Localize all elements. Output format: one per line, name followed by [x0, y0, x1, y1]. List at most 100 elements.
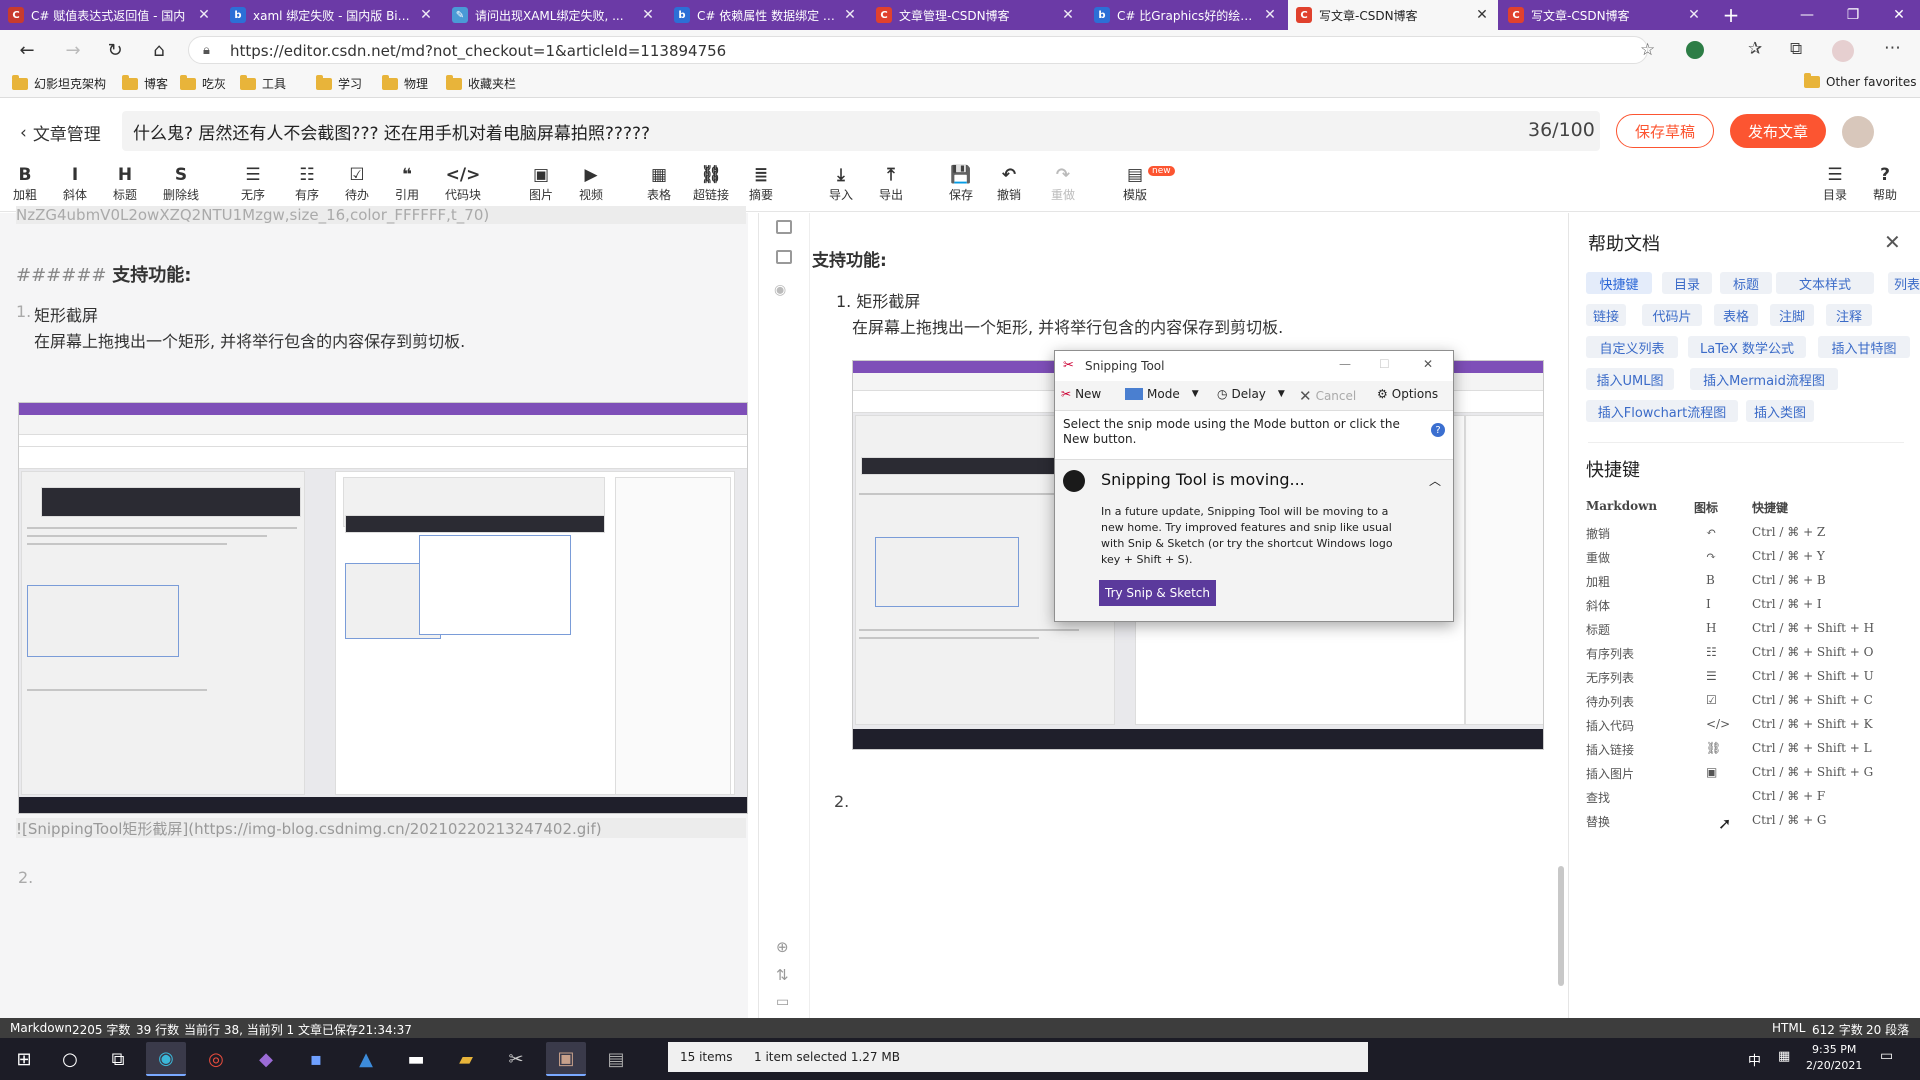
toolbar-button-17[interactable]: ↶ 撤销	[986, 164, 1032, 208]
snip-options-button[interactable]: ⚙ Options	[1377, 387, 1438, 401]
bookmark-folder[interactable]: 物理	[382, 74, 428, 92]
bookmark-folder[interactable]: 学习	[316, 74, 362, 92]
toolbar-button-7[interactable]: ❝ 引用	[384, 164, 430, 208]
keyboard-icon[interactable]: ▭	[776, 994, 789, 1010]
help-tag[interactable]: 链接	[1586, 304, 1626, 326]
task-view-icon[interactable]: ⧉	[98, 1042, 138, 1076]
help-close-icon[interactable]: ✕	[1884, 230, 1901, 254]
help-tag[interactable]: 目录	[1662, 272, 1712, 294]
toolbar-button-4[interactable]: ☰ 无序	[230, 164, 276, 208]
bookmark-folder[interactable]: 收藏夹栏	[446, 74, 516, 92]
snip-delay-button[interactable]: ◷ Delay ▼	[1217, 387, 1285, 401]
tab-close-icon[interactable]: ✕	[1262, 7, 1278, 23]
bookmark-folder[interactable]: 工具	[240, 74, 286, 92]
help-tag[interactable]: 插入Mermaid流程图	[1690, 368, 1838, 390]
new-tab-button[interactable]: +	[1716, 0, 1746, 30]
back-icon[interactable]: ←	[12, 36, 42, 64]
browser-tab[interactable]: b C# 比Graphics好的绘图库 ✕	[1086, 0, 1286, 30]
start-button[interactable]: ⊞	[4, 1042, 44, 1076]
preview-eye-icon[interactable]: ◉	[774, 282, 786, 298]
sync-icon[interactable]: ⇅	[776, 966, 789, 984]
browser-tab[interactable]: b xaml 绑定失败 - 国内版 Bing ✕	[222, 0, 442, 30]
toolbar-button-16[interactable]: 💾 保存	[938, 164, 984, 208]
clock-time[interactable]: 9:35 PM	[1812, 1043, 1856, 1056]
help-tag[interactable]: 插入甘特图	[1818, 336, 1910, 358]
toolbar-button-14[interactable]: ⤓ 导入	[818, 164, 864, 208]
blender-taskbar-icon[interactable]: ▲	[346, 1042, 386, 1076]
url-text[interactable]: https://editor.csdn.net/md?not_checkout=…	[230, 42, 726, 60]
split-view-icon[interactable]	[776, 250, 792, 264]
help-tag[interactable]: 表格	[1714, 304, 1758, 326]
help-tag[interactable]: 文本样式	[1776, 272, 1874, 294]
help-tag[interactable]: 快捷键	[1586, 272, 1652, 294]
help-tag[interactable]: LaTeX 数学公式	[1688, 336, 1806, 358]
browser-tab[interactable]: ✎ 请问出现XAML绑定失败, ... ✕	[444, 0, 664, 30]
collapse-chevron-icon[interactable]: ︿	[1429, 472, 1441, 489]
toolbar-button-2[interactable]: H 标题	[102, 164, 148, 208]
toolbar-button-12[interactable]: ⛓ 超链接	[688, 164, 734, 208]
publish-button[interactable]: 发布文章	[1730, 114, 1826, 148]
browser-tab[interactable]: C 写文章-CSDN博客 ✕	[1288, 0, 1498, 30]
search-icon[interactable]: ○	[50, 1042, 90, 1076]
save-draft-button[interactable]: 保存草稿	[1616, 114, 1714, 148]
bookmark-folder[interactable]: 博客	[122, 74, 168, 92]
snip-maximize-button[interactable]: ☐	[1379, 357, 1390, 371]
help-tag[interactable]: 列表	[1888, 272, 1920, 294]
tab-close-icon[interactable]: ✕	[196, 7, 212, 23]
layout-icon[interactable]	[776, 220, 792, 234]
toolbar-button-9[interactable]: ▣ 图片	[518, 164, 564, 208]
toolbar-button-6[interactable]: ☑ 待办	[334, 164, 380, 208]
terminal-taskbar-icon[interactable]: ▬	[396, 1042, 436, 1076]
notification-icon[interactable]: ▭	[1880, 1048, 1893, 1064]
snip-close-button[interactable]: ✕	[1423, 357, 1433, 371]
edge-taskbar-icon[interactable]: ◉	[146, 1042, 186, 1076]
extension-icon[interactable]	[1686, 41, 1704, 59]
photo-taskbar-icon[interactable]: ▣	[546, 1042, 586, 1076]
close-window-button[interactable]: ✕	[1876, 0, 1920, 30]
app2-taskbar-icon[interactable]: ▤	[596, 1042, 636, 1076]
other-favorites[interactable]: Other favorites	[1804, 73, 1917, 89]
help-tag[interactable]: 插入Flowchart流程图	[1586, 400, 1738, 422]
toolbar-button-0[interactable]: B 加粗	[2, 164, 48, 208]
help-icon[interactable]: ?	[1431, 423, 1445, 437]
browser-tab[interactable]: C 文章管理-CSDN博客 ✕	[868, 0, 1084, 30]
help-tag[interactable]: 插入类图	[1746, 400, 1814, 422]
clock-date[interactable]: 2/20/2021	[1806, 1059, 1862, 1072]
back-to-articles[interactable]: ‹ 文章管理	[20, 120, 101, 146]
collections-icon[interactable]: ⧉	[1790, 39, 1802, 59]
snip-cancel-button[interactable]: ✕ Cancel	[1299, 387, 1356, 405]
app-taskbar-icon[interactable]: ▪	[296, 1042, 336, 1076]
tab-close-icon[interactable]: ✕	[640, 7, 656, 23]
help-tag[interactable]: 自定义列表	[1586, 336, 1678, 358]
ime-indicator[interactable]: 中	[1748, 1050, 1761, 1069]
toolbar-button-5[interactable]: ☷ 有序	[284, 164, 330, 208]
toolbar-button-8[interactable]: </> 代码块	[440, 164, 486, 208]
snip-minimize-button[interactable]: —	[1339, 357, 1351, 371]
visual-studio-taskbar-icon[interactable]: ◆	[246, 1042, 286, 1076]
tab-close-icon[interactable]: ✕	[1474, 7, 1490, 23]
tab-close-icon[interactable]: ✕	[418, 7, 434, 23]
toolbar-button-1[interactable]: I 斜体	[52, 164, 98, 208]
snip-new-button[interactable]: ✂ New	[1061, 387, 1101, 401]
minimize-button[interactable]: —	[1784, 0, 1830, 30]
target-icon[interactable]: ⊕	[776, 938, 789, 956]
tray-volume-icon[interactable]: ▦	[1778, 1049, 1790, 1064]
toolbar-button-13[interactable]: ≣ 摘要	[738, 164, 784, 208]
more-menu-icon[interactable]: ⋯	[1884, 38, 1901, 58]
favorites-icon[interactable]: ✰	[1748, 39, 1762, 59]
toolbar-button-18[interactable]: ↷ 重做	[1040, 164, 1086, 208]
toolbar-button-3[interactable]: S 删除线	[158, 164, 204, 208]
tab-close-icon[interactable]: ✕	[842, 7, 858, 23]
add-favorite-icon[interactable]: ☆	[1640, 40, 1655, 60]
restore-button[interactable]: ❐	[1830, 0, 1876, 30]
toolbar-right-button-1[interactable]: ? 帮助	[1862, 164, 1908, 208]
file-explorer-taskbar-icon[interactable]: ▰	[446, 1042, 486, 1076]
toolbar-button-10[interactable]: ▶ 视频	[568, 164, 614, 208]
profile-avatar[interactable]	[1832, 40, 1854, 62]
bookmark-folder[interactable]: 吃灰	[180, 74, 226, 92]
snipping-taskbar-icon[interactable]: ✂	[496, 1042, 536, 1076]
help-tag[interactable]: 注释	[1826, 304, 1872, 326]
browser-tab[interactable]: C C# 赋值表达式返回值 - 国内 ✕	[0, 0, 220, 30]
toolbar-button-11[interactable]: ▦ 表格	[636, 164, 682, 208]
forward-icon[interactable]: →	[58, 36, 88, 64]
